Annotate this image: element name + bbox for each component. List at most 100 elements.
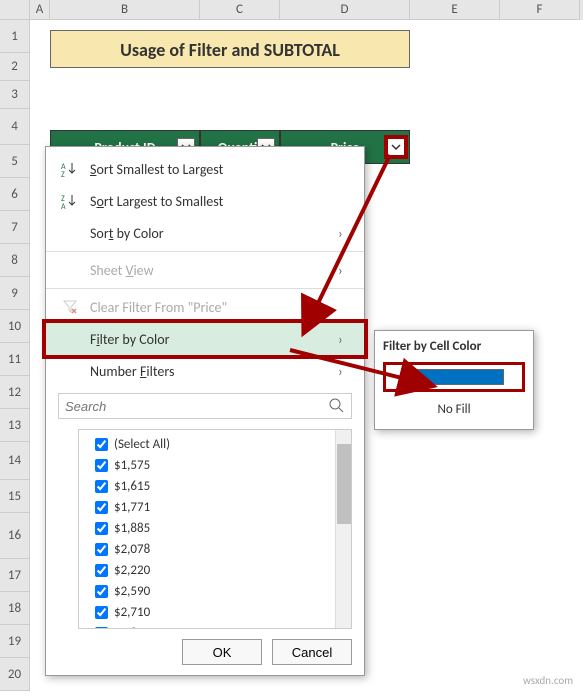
svg-text:Z: Z — [61, 170, 65, 177]
checkbox[interactable] — [95, 522, 108, 535]
sort-ascending[interactable]: AZ Sort Smallest to Largest — [46, 153, 364, 185]
row-header[interactable]: 7 — [0, 211, 30, 244]
check-item[interactable]: $1,771 — [83, 497, 347, 518]
check-item[interactable]: $1,885 — [83, 518, 347, 539]
chevron-right-icon: › — [338, 331, 354, 348]
sheet-view: Sheet View › — [46, 254, 364, 286]
color-option-blue[interactable] — [383, 362, 525, 392]
filter-checklist[interactable]: (Select All) $1,575 $1,615 $1,771 $1,885… — [78, 429, 352, 629]
clear-filter-icon — [58, 297, 82, 317]
check-item[interactable]: $2,710 — [83, 602, 347, 623]
checkbox[interactable] — [95, 438, 108, 451]
row-header[interactable]: 16 — [0, 513, 30, 559]
blank-icon — [58, 260, 82, 280]
col-header-F[interactable]: F — [500, 0, 580, 20]
submenu-title: Filter by Cell Color — [383, 339, 525, 354]
row-header[interactable]: 8 — [0, 244, 30, 277]
check-label: $2,590 — [114, 584, 150, 599]
blank-icon — [58, 361, 82, 381]
menu-label: Sort Largest to Smallest — [90, 193, 354, 210]
dialog-buttons: OK Cancel — [182, 639, 352, 665]
check-select-all[interactable]: (Select All) — [83, 434, 347, 455]
row-header[interactable]: 3 — [0, 81, 30, 109]
filter-by-color[interactable]: Filter by Color › — [46, 323, 364, 355]
blank-icon — [58, 223, 82, 243]
check-item[interactable]: $2,890 — [83, 623, 347, 629]
check-label: $1,615 — [114, 479, 150, 494]
chevron-down-icon — [391, 142, 401, 152]
separator — [46, 288, 364, 289]
row-header[interactable]: 14 — [0, 442, 30, 480]
sort-descending[interactable]: ZA Sort Largest to Smallest — [46, 185, 364, 217]
clear-filter: Clear Filter From "Price" — [46, 291, 364, 323]
chevron-right-icon: › — [338, 262, 354, 279]
col-header-E[interactable]: E — [410, 0, 500, 20]
checkbox[interactable] — [95, 564, 108, 577]
check-item[interactable]: $1,615 — [83, 476, 347, 497]
svg-text:A: A — [61, 202, 66, 209]
menu-label: Sort Smallest to Largest — [90, 161, 354, 178]
filter-by-color-submenu: Filter by Cell Color No Fill — [374, 330, 534, 430]
sort-asc-icon: AZ — [58, 159, 82, 179]
menu-label: Sheet View — [90, 262, 338, 279]
check-item[interactable]: $1,575 — [83, 455, 347, 476]
sort-desc-icon: ZA — [58, 191, 82, 211]
checkbox[interactable] — [95, 585, 108, 598]
blank-icon — [58, 329, 82, 349]
scrollbar[interactable] — [335, 430, 351, 628]
row-header[interactable]: 15 — [0, 480, 30, 513]
check-item[interactable]: $2,590 — [83, 581, 347, 602]
number-filters[interactable]: Number Filters › — [46, 355, 364, 387]
col-header-A[interactable]: A — [30, 0, 50, 20]
check-label: $2,710 — [114, 605, 150, 620]
chevron-right-icon: › — [338, 225, 354, 242]
row-header[interactable]: 19 — [0, 625, 30, 658]
checkbox[interactable] — [95, 501, 108, 514]
row-header[interactable]: 10 — [0, 310, 30, 343]
check-label: $2,890 — [114, 626, 150, 629]
col-header-C[interactable]: C — [200, 0, 280, 20]
cancel-button[interactable]: Cancel — [272, 639, 352, 665]
watermark: wsxdn.com — [523, 674, 573, 687]
checkbox[interactable] — [95, 627, 108, 629]
row-headers: 1 2 3 4 5 6 7 8 9 10 11 12 13 14 15 16 1… — [0, 20, 30, 691]
row-header[interactable]: 20 — [0, 658, 30, 691]
menu-label: Filter by Color — [90, 331, 338, 348]
checkbox[interactable] — [95, 606, 108, 619]
col-header-D[interactable]: D — [280, 0, 410, 20]
col-header-B[interactable]: B — [50, 0, 200, 20]
scroll-thumb[interactable] — [337, 444, 351, 524]
separator — [46, 251, 364, 252]
menu-label: Clear Filter From "Price" — [90, 299, 354, 316]
ok-button[interactable]: OK — [182, 639, 262, 665]
chevron-right-icon: › — [338, 363, 354, 380]
checkbox[interactable] — [95, 480, 108, 493]
filter-button-price[interactable] — [387, 138, 405, 156]
color-swatch — [404, 369, 504, 385]
sort-by-color[interactable]: Sort by Color › — [46, 217, 364, 249]
row-header[interactable]: 1 — [0, 20, 30, 53]
check-label: $1,885 — [114, 521, 150, 536]
row-header[interactable]: 18 — [0, 592, 30, 625]
column-headers: A B C D E F — [0, 0, 583, 20]
row-header[interactable]: 17 — [0, 559, 30, 592]
check-label: (Select All) — [114, 437, 170, 452]
filter-dropdown: AZ Sort Smallest to Largest ZA Sort Larg… — [45, 146, 365, 676]
checkbox[interactable] — [95, 543, 108, 556]
select-all-corner[interactable] — [0, 0, 30, 20]
row-header[interactable]: 11 — [0, 343, 30, 376]
row-header[interactable]: 12 — [0, 376, 30, 409]
no-fill-option[interactable]: No Fill — [383, 398, 525, 421]
check-item[interactable]: $2,220 — [83, 560, 347, 581]
row-header[interactable]: 2 — [0, 53, 30, 81]
row-header[interactable]: 6 — [0, 178, 30, 211]
row-header[interactable]: 5 — [0, 145, 30, 178]
search-input[interactable] — [58, 393, 352, 419]
menu-label: Number Filters — [90, 363, 338, 380]
check-item[interactable]: $2,078 — [83, 539, 347, 560]
row-header[interactable]: 4 — [0, 109, 30, 145]
row-header[interactable]: 9 — [0, 277, 30, 310]
check-label: $2,220 — [114, 563, 150, 578]
row-header[interactable]: 13 — [0, 409, 30, 442]
checkbox[interactable] — [95, 459, 108, 472]
